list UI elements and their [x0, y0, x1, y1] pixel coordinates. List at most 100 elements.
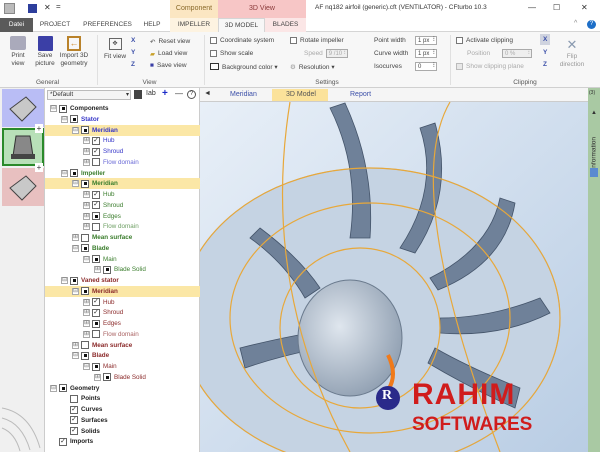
tab-datei[interactable]: Datei: [0, 18, 33, 32]
visibility-checkbox[interactable]: [92, 212, 100, 220]
tree-item[interactable]: ✓ Solids: [45, 426, 200, 437]
help-icon[interactable]: ?: [587, 20, 596, 29]
help-icon[interactable]: ?: [187, 90, 196, 99]
isocurves-field[interactable]: Isocurves 0: [374, 61, 437, 72]
view-z-button[interactable]: Z: [131, 59, 135, 70]
expand-toggle-icon[interactable]: ⊟: [72, 126, 79, 134]
activate-clipping-checkbox[interactable]: Activate clipping: [456, 35, 513, 46]
remove-icon[interactable]: —: [175, 89, 183, 98]
visibility-checkbox[interactable]: [59, 104, 67, 113]
tree-item[interactable]: ⊟ Main: [45, 361, 200, 372]
tree-item[interactable]: ✓ Curves: [45, 404, 200, 415]
view-y-button[interactable]: Y: [131, 47, 135, 58]
expand-toggle-icon[interactable]: ⊟: [50, 105, 57, 112]
visibility-checkbox[interactable]: [92, 330, 100, 339]
tree-item[interactable]: ⊞ Flow domain: [45, 221, 200, 232]
clip-z-button[interactable]: Z: [543, 59, 547, 70]
expand-toggle-icon[interactable]: ⊞: [94, 373, 101, 381]
tree-item[interactable]: ⊞ Flow domain: [45, 329, 200, 340]
tab-preferences[interactable]: PREFERENCES: [80, 18, 135, 32]
tree-item[interactable]: ✓ Imports: [45, 436, 200, 447]
tree-item[interactable]: ⊟ Geometry: [45, 383, 200, 394]
expand-toggle-icon[interactable]: ⊞: [83, 158, 90, 166]
clip-y-button[interactable]: Y: [543, 47, 547, 58]
visibility-checkbox[interactable]: [81, 126, 89, 134]
nav-left-icon[interactable]: ◄: [204, 90, 211, 97]
tree-item[interactable]: ⊞ Mean surface: [45, 340, 200, 351]
expand-toggle-icon[interactable]: ⊞: [83, 148, 90, 155]
tree-item[interactable]: ⊞ Flow domain: [45, 157, 200, 168]
expand-toggle-icon[interactable]: ⊟: [61, 169, 68, 177]
visibility-checkbox[interactable]: [92, 158, 100, 167]
expand-toggle-icon[interactable]: ⊟: [72, 287, 79, 295]
information-panel[interactable]: (3) ▲ Information: [588, 88, 600, 452]
visibility-checkbox[interactable]: [103, 373, 111, 382]
tree-item[interactable]: ⊟ Meridian: [45, 178, 200, 190]
undo-icon[interactable]: ✕: [44, 3, 51, 12]
thumbnail-impeller[interactable]: [2, 128, 44, 166]
tree-item[interactable]: ⊞ ✓ Shroud: [45, 307, 200, 318]
visibility-checkbox[interactable]: ✓: [92, 136, 100, 145]
expand-toggle-icon[interactable]: ⊟: [61, 115, 68, 123]
preset-select[interactable]: *Default ▾: [47, 90, 131, 100]
visibility-checkbox[interactable]: ✓: [92, 201, 100, 210]
tab-project[interactable]: PROJECT: [36, 18, 74, 32]
show-clipping-plane-checkbox[interactable]: Show clipping plane: [456, 61, 524, 72]
expand-toggle-icon[interactable]: ⊟: [50, 384, 57, 392]
rotate-impeller-checkbox[interactable]: Rotate impeller: [290, 35, 344, 46]
tab-report[interactable]: Report: [333, 89, 383, 101]
tree-item[interactable]: ✓ Surfaces: [45, 415, 200, 426]
tree-item[interactable]: ⊞ Mean surface: [45, 232, 200, 243]
tree-item[interactable]: ⊟ Main: [45, 254, 200, 265]
load-view-button[interactable]: ▰ Load view: [150, 48, 187, 59]
expand-toggle-icon[interactable]: ⊞: [83, 191, 90, 198]
collapse-ribbon-icon[interactable]: ^: [574, 20, 577, 27]
expand-toggle-icon[interactable]: ⊟: [72, 180, 79, 188]
tab-meridian[interactable]: Meridian: [216, 89, 268, 101]
visibility-checkbox[interactable]: [70, 115, 78, 124]
tab-blades[interactable]: BLADES: [265, 18, 306, 32]
tree-item[interactable]: ⊟ Meridian: [45, 285, 200, 297]
expand-toggle-icon[interactable]: ⊞: [83, 223, 90, 231]
tree-item[interactable]: ⊟ Vaned stator: [45, 275, 200, 286]
tab-order-icon[interactable]: Iab: [146, 90, 156, 97]
close-button[interactable]: ✕: [581, 3, 588, 12]
add-icon[interactable]: +: [162, 88, 168, 99]
expand-toggle-icon[interactable]: ⊟: [72, 352, 79, 360]
visibility-checkbox[interactable]: [59, 384, 67, 392]
save-preset-icon[interactable]: [134, 90, 142, 99]
tree-item[interactable]: ⊞ Blade Solid: [45, 372, 200, 383]
tab-impeller[interactable]: IMPELLER: [170, 18, 218, 32]
add-icon[interactable]: +: [35, 163, 43, 172]
tree-item[interactable]: ⊞ ✓ Hub: [45, 297, 200, 308]
expand-toggle-icon[interactable]: ⊞: [83, 137, 90, 145]
visibility-checkbox[interactable]: [92, 362, 100, 371]
resolution-dropdown[interactable]: ⚙ Resolution ▾: [290, 61, 335, 72]
expand-toggle-icon[interactable]: ⊞: [72, 234, 79, 241]
tree-item[interactable]: ⊞ Blade Solid: [45, 264, 200, 275]
clipping-position-field[interactable]: Position 0 %: [467, 48, 532, 59]
expand-toggle-icon[interactable]: ⊞: [83, 309, 90, 317]
tree-item[interactable]: ⊞ ✓ Shroud: [45, 200, 200, 211]
flip-direction-button[interactable]: ✕ Flip direction: [557, 37, 587, 69]
expand-toggle-icon[interactable]: ⊞: [83, 298, 90, 306]
visibility-checkbox[interactable]: [81, 233, 89, 242]
expand-toggle-icon[interactable]: ⊞: [72, 341, 79, 349]
thumbnail-stator[interactable]: [2, 89, 44, 127]
tree-item[interactable]: Points: [45, 393, 200, 404]
expand-icon[interactable]: ▲: [591, 110, 597, 116]
reset-view-button[interactable]: ↶ Reset view: [150, 36, 190, 47]
visibility-checkbox[interactable]: [81, 351, 89, 360]
expand-toggle-icon[interactable]: ⊞: [83, 212, 90, 220]
tab-3d-model[interactable]: 3D MODEL: [218, 18, 265, 32]
tree-item[interactable]: ⊟ Impeller: [45, 168, 200, 179]
tree-item[interactable]: ⊞ ✓ Hub: [45, 189, 200, 200]
expand-toggle-icon[interactable]: ⊟: [83, 363, 90, 370]
expand-toggle-icon[interactable]: ⊞: [83, 201, 90, 209]
visibility-checkbox[interactable]: [70, 394, 78, 403]
visibility-checkbox[interactable]: [81, 179, 89, 188]
curve-width-field[interactable]: Curve width 1 px: [374, 48, 437, 59]
clip-x-button[interactable]: X: [540, 34, 551, 45]
visibility-checkbox[interactable]: [92, 222, 100, 231]
import-geometry-button[interactable]: ← Import 3D geometry: [58, 36, 90, 68]
